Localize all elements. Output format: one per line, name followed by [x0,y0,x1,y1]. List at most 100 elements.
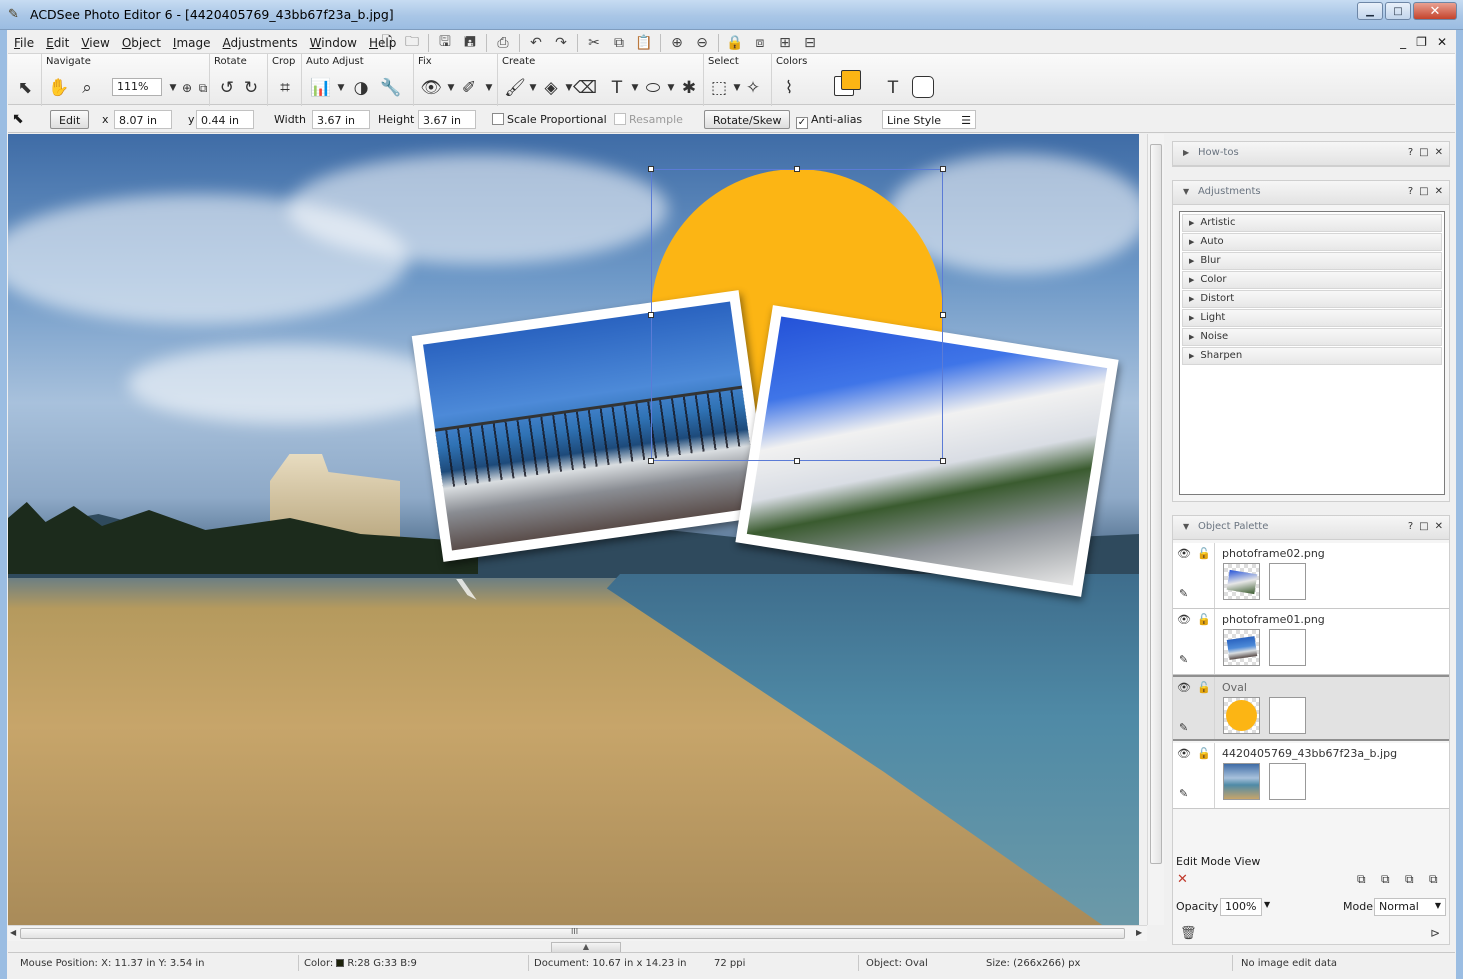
redo-icon[interactable]: ↷ [550,33,572,53]
adjustment-color[interactable]: ▶ Color [1182,271,1442,289]
menu-file[interactable]: File [8,33,40,53]
resize-handle[interactable] [940,458,946,464]
custom-shape-icon[interactable]: ✱ [678,76,700,100]
anti-alias-checkbox[interactable]: ✓ Anti-alias [796,110,862,129]
blend-mode-dropdown[interactable]: Normal ▼ [1374,898,1446,916]
fill-style-swatch[interactable] [912,76,934,98]
close-icon[interactable]: ✕ [1435,521,1443,532]
open-folder-icon[interactable]: 🗀 [401,33,423,53]
print-icon[interactable]: ⎙ [492,33,514,53]
doc-close-button[interactable]: ✕ [1437,35,1447,49]
edit-object-icon[interactable]: ✎ [1179,653,1188,666]
horizontal-scrollbar[interactable]: ◀ III ▶ [8,925,1147,941]
resize-handle[interactable] [794,166,800,172]
auto-exposure-icon[interactable]: ◑ [350,76,372,100]
adjustment-auto[interactable]: ▶ Auto [1182,233,1442,251]
adjustments-header[interactable]: ▼ Adjustments ? □ ✕ [1173,181,1449,205]
save-as-icon[interactable]: 🖪 [459,33,481,53]
hand-pan-icon[interactable]: ✋ [48,76,70,100]
cut-icon[interactable]: ✂ [583,33,605,53]
repair-dropdown-icon[interactable]: ▼ [478,76,500,100]
bring-forward-icon[interactable]: ⧉ [1381,872,1390,887]
adjustment-sharpen[interactable]: ▶ Sharpen [1182,347,1442,365]
resize-handle[interactable] [648,166,654,172]
foreground-color-swatch[interactable] [841,70,861,90]
crop-icon[interactable]: ⌗ [274,76,296,100]
palette-options-icon[interactable]: ⊳ [1430,926,1440,940]
menu-view[interactable]: View [75,33,115,53]
menu-window[interactable]: Window [304,33,363,53]
collapse-arrow-icon[interactable]: ▼ [1183,187,1189,196]
undo-icon[interactable]: ↶ [525,33,547,53]
lock-icon[interactable]: 🔓 [1197,747,1211,760]
visibility-eye-icon[interactable]: 👁 [1177,613,1191,626]
zoom-magnifier-icon[interactable]: ⌕ [76,76,98,100]
menu-object[interactable]: Object [116,33,167,53]
resize-handle[interactable] [648,312,654,318]
adjustment-artistic[interactable]: ▶ Artistic [1182,214,1442,232]
horizontal-scroll-thumb[interactable]: III [20,927,1125,939]
resize-handle[interactable] [648,458,654,464]
maximize-button[interactable]: □ [1385,2,1411,20]
x-field[interactable]: 8.07 in [114,110,172,129]
close-icon[interactable]: ✕ [1435,147,1443,158]
object-row-selected[interactable]: 👁 🔓 ✎ Oval [1173,675,1449,741]
scale-proportional-checkbox[interactable]: Scale Proportional [492,110,607,129]
object-row[interactable]: 👁 🔓 ✎ photoframe02.png [1173,543,1449,609]
opacity-field[interactable]: 100% [1220,898,1262,916]
adjustment-light[interactable]: ▶ Light [1182,309,1442,327]
rotate-skew-button[interactable]: Rotate/Skew [704,110,791,129]
minimize-button[interactable]: ▁ [1357,2,1383,20]
trash-icon[interactable]: 🗑 [1180,926,1197,941]
height-field[interactable]: 3.67 in [418,110,476,129]
send-to-back-icon[interactable]: ⧉ [1429,872,1438,887]
rotate-right-icon[interactable]: ↻ [240,76,262,100]
image-canvas[interactable] [8,134,1139,925]
scroll-left-icon[interactable]: ◀ [10,928,16,937]
save-icon[interactable]: 🖫 [434,33,456,53]
resize-handle[interactable] [940,312,946,318]
paste-icon[interactable]: 📋 [633,33,655,53]
width-field[interactable]: 3.67 in [312,110,370,129]
lock-icon[interactable]: 🔓 [1197,681,1211,694]
auto-levels-dropdown-icon[interactable]: ▼ [330,76,352,100]
object-row[interactable]: 👁 🔓 ✎ 4420405769_43bb67f23a_b.jpg [1173,743,1449,809]
ungroup-icon[interactable]: ⊟ [799,33,821,53]
visibility-eye-icon[interactable]: 👁 [1177,547,1191,560]
lock-icon[interactable]: 🔒 [724,33,746,53]
object-row[interactable]: 👁 🔓 ✎ photoframe01.png [1173,609,1449,675]
resize-handle[interactable] [940,166,946,172]
resize-handle[interactable] [794,458,800,464]
vertical-scroll-thumb[interactable] [1150,144,1162,864]
send-backward-icon[interactable]: ⧉ [1405,872,1414,887]
line-style-dropdown[interactable]: Line Style ☰ [882,110,976,129]
new-file-icon[interactable]: 🗋 [376,33,398,53]
doc-minimize-button[interactable]: _ [1400,35,1406,49]
zoom-in-icon[interactable]: ⊕ [666,33,688,53]
pointer-move-icon[interactable]: ⬉ [12,110,24,129]
eraser-icon[interactable]: ⌫ [573,76,597,100]
panel-toggle-grip[interactable]: ▲ [551,942,621,952]
visibility-eye-icon[interactable]: 👁 [1177,747,1191,760]
scroll-right-icon[interactable]: ▶ [1136,928,1142,937]
zoom-out-icon[interactable]: ⊖ [691,33,713,53]
close-button[interactable]: ✕ [1413,2,1457,20]
lock-icon[interactable]: 🔓 [1197,613,1211,626]
edit-object-icon[interactable]: ✎ [1179,587,1188,600]
restore-icon[interactable]: □ [1419,147,1428,158]
expand-arrow-icon[interactable]: ▶ [1183,148,1189,157]
restore-icon[interactable]: □ [1419,521,1428,532]
pointer-move-icon[interactable]: ⬉ [14,76,36,100]
collapse-arrow-icon[interactable]: ▼ [1183,522,1189,531]
help-icon[interactable]: ? [1408,186,1413,197]
clear-selection-icon[interactable]: ✕ [1177,872,1188,887]
adjustment-distort[interactable]: ▶ Distort [1182,290,1442,308]
red-eye-icon[interactable]: 👁 [420,76,442,100]
auto-tools-icon[interactable]: 🔧 [380,76,402,100]
visibility-eye-icon[interactable]: 👁 [1177,681,1191,694]
edit-object-icon[interactable]: ✎ [1179,787,1188,800]
howtos-header[interactable]: ▶ How-tos ? □ ✕ [1173,142,1449,166]
eyedropper-icon[interactable]: ⌇ [778,76,800,100]
rotate-left-icon[interactable]: ↺ [216,76,238,100]
menu-edit[interactable]: Edit [40,33,75,53]
